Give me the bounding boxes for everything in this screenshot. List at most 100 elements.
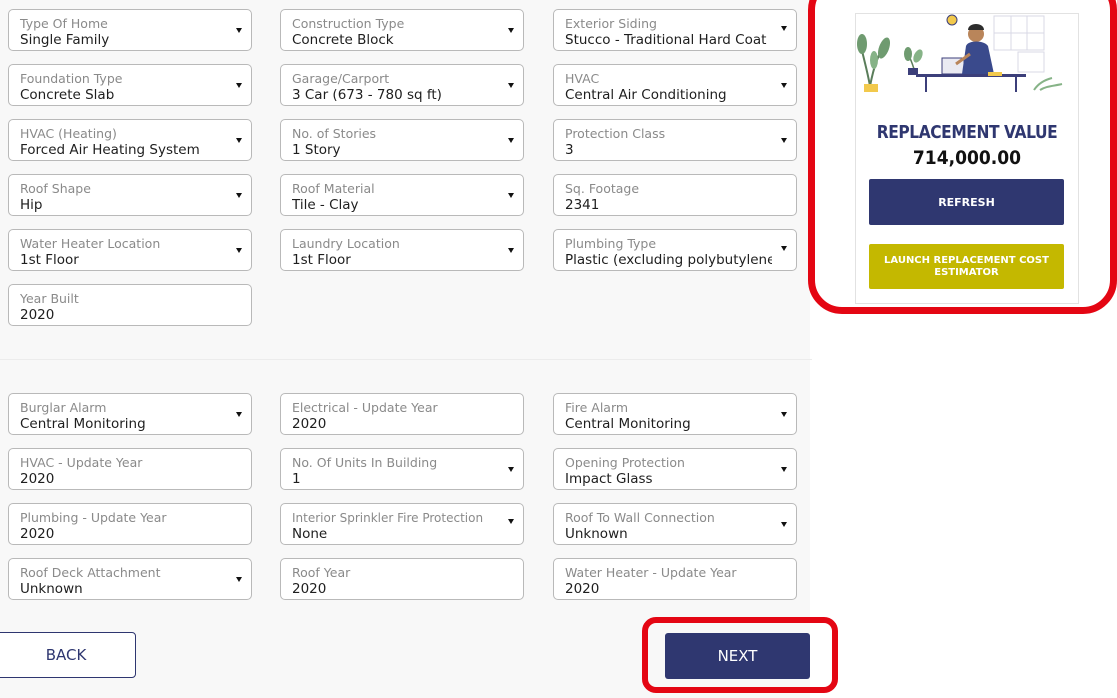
type-of-home-select[interactable]: Type Of Home Single Family xyxy=(8,9,252,51)
field-value: Unknown xyxy=(20,581,83,597)
hvac-select[interactable]: HVAC Central Air Conditioning xyxy=(553,64,797,106)
chevron-down-icon[interactable] xyxy=(236,138,242,143)
field-label: HVAC xyxy=(565,71,600,86)
chevron-down-icon[interactable] xyxy=(508,83,514,88)
field-label: Roof Year xyxy=(292,565,351,580)
field-value[interactable]: 2341 xyxy=(565,197,599,213)
field-value: Unknown xyxy=(565,526,628,542)
field-value: 1st Floor xyxy=(20,252,79,268)
fire-alarm-select[interactable]: Fire Alarm Central Monitoring xyxy=(553,393,797,435)
field-value: Stucco - Traditional Hard Coat xyxy=(565,32,767,48)
field-value: Central Monitoring xyxy=(565,416,691,432)
field-value: Plastic (excluding polybutylene) xyxy=(565,252,772,268)
roof-year-input[interactable]: Roof Year 2020 xyxy=(280,558,524,600)
chevron-down-icon[interactable] xyxy=(781,412,787,417)
field-label: Water Heater - Update Year xyxy=(565,565,737,580)
field-label: Year Built xyxy=(20,291,79,306)
field-value[interactable]: 2020 xyxy=(292,581,326,597)
chevron-down-icon[interactable] xyxy=(236,83,242,88)
field-value: Central Air Conditioning xyxy=(565,87,727,103)
field-label: Roof Deck Attachment xyxy=(20,565,161,580)
square-footage-input[interactable]: Sq. Footage 2341 xyxy=(553,174,797,216)
plumbing-type-select[interactable]: Plumbing Type Plastic (excluding polybut… xyxy=(553,229,797,271)
field-label: Roof To Wall Connection xyxy=(565,510,715,525)
section-divider xyxy=(0,359,812,360)
field-label: Garage/Carport xyxy=(292,71,390,86)
roof-shape-select[interactable]: Roof Shape Hip xyxy=(8,174,252,216)
field-label: Foundation Type xyxy=(20,71,123,86)
chevron-down-icon[interactable] xyxy=(508,467,514,472)
roof-to-wall-connection-select[interactable]: Roof To Wall Connection Unknown xyxy=(553,503,797,545)
field-label: Roof Material xyxy=(292,181,375,196)
field-label: Electrical - Update Year xyxy=(292,400,438,415)
field-value: 3 xyxy=(565,142,574,158)
field-label: HVAC (Heating) xyxy=(20,126,117,141)
field-value: Concrete Slab xyxy=(20,87,115,103)
protection-class-select[interactable]: Protection Class 3 xyxy=(553,119,797,161)
chevron-down-icon[interactable] xyxy=(781,467,787,472)
field-value[interactable]: 2020 xyxy=(565,581,599,597)
field-label: Plumbing - Update Year xyxy=(20,510,167,525)
water-heater-location-select[interactable]: Water Heater Location 1st Floor xyxy=(8,229,252,271)
opening-protection-select[interactable]: Opening Protection Impact Glass xyxy=(553,448,797,490)
garage-carport-select[interactable]: Garage/Carport 3 Car (673 - 780 sq ft) xyxy=(280,64,524,106)
field-label: HVAC - Update Year xyxy=(20,455,143,470)
chevron-down-icon[interactable] xyxy=(508,138,514,143)
field-label: Exterior Siding xyxy=(565,16,657,31)
chevron-down-icon[interactable] xyxy=(508,193,514,198)
chevron-down-icon[interactable] xyxy=(508,519,514,524)
chevron-down-icon[interactable] xyxy=(508,248,514,253)
chevron-down-icon[interactable] xyxy=(781,246,787,251)
chevron-down-icon[interactable] xyxy=(236,193,242,198)
chevron-down-icon[interactable] xyxy=(781,138,787,143)
chevron-down-icon[interactable] xyxy=(781,26,787,31)
interior-sprinkler-select[interactable]: Interior Sprinkler Fire Protection None xyxy=(280,503,524,545)
next-button-highlight xyxy=(642,617,838,693)
field-label: Fire Alarm xyxy=(565,400,629,415)
field-value[interactable]: 2020 xyxy=(20,307,54,323)
field-value[interactable]: 2020 xyxy=(20,471,54,487)
hvac-heating-select[interactable]: HVAC (Heating) Forced Air Heating System xyxy=(8,119,252,161)
card-highlight xyxy=(808,0,1117,314)
water-heater-update-year-input[interactable]: Water Heater - Update Year 2020 xyxy=(553,558,797,600)
field-value: Concrete Block xyxy=(292,32,394,48)
chevron-down-icon[interactable] xyxy=(236,248,242,253)
chevron-down-icon[interactable] xyxy=(508,28,514,33)
field-value: Tile - Clay xyxy=(292,197,359,213)
field-value: Impact Glass xyxy=(565,471,653,487)
laundry-location-select[interactable]: Laundry Location 1st Floor xyxy=(280,229,524,271)
back-button[interactable]: BACK xyxy=(0,632,136,678)
field-value: Central Monitoring xyxy=(20,416,146,432)
units-in-building-select[interactable]: No. Of Units In Building 1 xyxy=(280,448,524,490)
field-label: Type Of Home xyxy=(20,16,108,31)
field-label: Sq. Footage xyxy=(565,181,640,196)
field-label: Construction Type xyxy=(292,16,405,31)
field-label: Water Heater Location xyxy=(20,236,161,251)
field-label: Laundry Location xyxy=(292,236,400,251)
chevron-down-icon[interactable] xyxy=(236,412,242,417)
construction-type-select[interactable]: Construction Type Concrete Block xyxy=(280,9,524,51)
field-value: Hip xyxy=(20,197,43,213)
chevron-down-icon[interactable] xyxy=(781,522,787,527)
field-value[interactable]: 2020 xyxy=(292,416,326,432)
chevron-down-icon[interactable] xyxy=(781,83,787,88)
chevron-down-icon[interactable] xyxy=(236,28,242,33)
field-label: No. of Stories xyxy=(292,126,377,141)
field-value[interactable]: 2020 xyxy=(20,526,54,542)
foundation-type-select[interactable]: Foundation Type Concrete Slab xyxy=(8,64,252,106)
number-of-stories-select[interactable]: No. of Stories 1 Story xyxy=(280,119,524,161)
plumbing-update-year-input[interactable]: Plumbing - Update Year 2020 xyxy=(8,503,252,545)
exterior-siding-select[interactable]: Exterior Siding Stucco - Traditional Har… xyxy=(553,9,797,51)
hvac-update-year-input[interactable]: HVAC - Update Year 2020 xyxy=(8,448,252,490)
roof-deck-attachment-select[interactable]: Roof Deck Attachment Unknown xyxy=(8,558,252,600)
field-value: 3 Car (673 - 780 sq ft) xyxy=(292,87,442,103)
roof-material-select[interactable]: Roof Material Tile - Clay xyxy=(280,174,524,216)
year-built-input[interactable]: Year Built 2020 xyxy=(8,284,252,326)
electrical-update-year-input[interactable]: Electrical - Update Year 2020 xyxy=(280,393,524,435)
field-label: Plumbing Type xyxy=(565,236,657,251)
field-label: Interior Sprinkler Fire Protection xyxy=(292,511,484,525)
burglar-alarm-select[interactable]: Burglar Alarm Central Monitoring xyxy=(8,393,252,435)
field-label: Burglar Alarm xyxy=(20,400,107,415)
field-value: Single Family xyxy=(20,32,110,48)
chevron-down-icon[interactable] xyxy=(236,577,242,582)
